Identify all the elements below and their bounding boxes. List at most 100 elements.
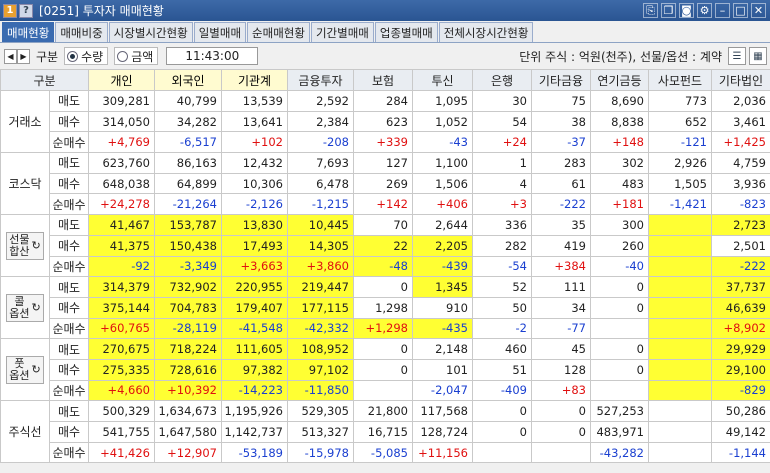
table-cell: 101 xyxy=(412,358,473,381)
refresh-icon: ↻ xyxy=(31,238,41,252)
table-cell: 0 xyxy=(590,338,649,360)
table-cell: 728,616 xyxy=(154,358,222,381)
time-input[interactable]: 11:43:00 xyxy=(166,47,259,65)
table-cell xyxy=(648,421,712,443)
prev-arrow-icon[interactable]: ◀ xyxy=(4,48,17,64)
radio-quantity[interactable]: 수량 xyxy=(64,47,109,65)
table-cell: 732,902 xyxy=(154,276,222,298)
table-cell: 34,282 xyxy=(154,110,222,133)
table-cell: 2,036 xyxy=(711,90,770,112)
table-row: 매수 648,038 64,899 10,306 6,478 269 1,506 4 61 483… xyxy=(1,172,770,195)
maximize-icon[interactable]: □ xyxy=(733,3,748,18)
table-cell: 1 xyxy=(472,152,532,174)
table-cell: 3,936 xyxy=(711,172,770,195)
table-cell: 1,345 xyxy=(412,276,473,298)
table-row: 순매수 -92 -3,349 +3,663 +3,860 -48 -439 -54 +384 -4… xyxy=(1,255,770,278)
table-cell: 52 xyxy=(472,276,532,298)
table-cell: -43,282 xyxy=(590,441,649,464)
table-cell: 97,382 xyxy=(221,358,288,381)
column-header[interactable]: 구분 xyxy=(0,69,89,91)
column-header[interactable]: 연기금등 xyxy=(590,69,649,91)
table-cell: 34 xyxy=(531,296,591,319)
table-row: 매수 541,755 1,647,580 1,142,737 513,327 16,715… xyxy=(1,421,770,443)
next-arrow-icon[interactable]: ▶ xyxy=(17,48,30,64)
tab-2[interactable]: 시장별시간현황 xyxy=(108,22,193,42)
tab-7[interactable]: 전체시장시간현황 xyxy=(438,22,534,42)
table-cell: 2,723 xyxy=(711,214,770,236)
table-cell: 527,253 xyxy=(590,400,649,422)
camera-icon[interactable]: ◙ xyxy=(679,3,694,18)
table-cell: 2,148 xyxy=(412,338,473,360)
column-header[interactable]: 기관계 xyxy=(221,69,288,91)
table-cell: 1,095 xyxy=(412,90,473,112)
table-cell: 7,693 xyxy=(287,152,354,174)
table-cell: +181 xyxy=(590,193,649,216)
row-type-label: 순매수 xyxy=(49,441,89,464)
group-button[interactable]: 선물 합산 ↻ xyxy=(6,231,44,260)
table-cell: 0 xyxy=(531,421,591,443)
group-label[interactable]: 선물 합산 ↻ xyxy=(0,214,50,278)
column-header[interactable]: 사모펀드 xyxy=(648,69,712,91)
investor-trading-table: 구분 개인 외국인 기관계 금융투자 보험 투신 은행 기타금융 연기금등 사모펀드 기타법인 거래소… xyxy=(0,69,770,464)
tab-3[interactable]: 일별매매 xyxy=(193,22,247,42)
table-cell: 1,100 xyxy=(412,152,473,174)
table-row: 풋 옵션 ↻ 매도 270,675 718,224 111,605 108,952 0 2,14… xyxy=(0,338,770,402)
group-button[interactable]: 풋 옵션 ↻ xyxy=(6,355,44,384)
table-cell: 282 xyxy=(472,234,532,257)
table-cell: 6,478 xyxy=(287,172,354,195)
row-type-label: 매도 xyxy=(49,276,89,298)
group-label[interactable]: 콜 옵션 ↻ xyxy=(0,276,50,340)
radio-amount[interactable]: 금액 xyxy=(114,47,159,65)
table-cell: 97,102 xyxy=(287,358,354,381)
table-cell: 14,305 xyxy=(287,234,354,257)
group-name: 풋 옵션 xyxy=(9,356,30,382)
table-cell: 460 xyxy=(472,338,532,360)
group-label[interactable]: 풋 옵션 ↻ xyxy=(0,338,50,402)
tab-4[interactable]: 순매매현황 xyxy=(247,22,310,42)
list-view-icon[interactable]: ☰ xyxy=(728,47,746,65)
table-cell: 70 xyxy=(353,214,413,236)
help-badge-icon[interactable]: ? xyxy=(19,3,33,18)
table-cell: 314,379 xyxy=(88,276,155,298)
tab-1[interactable]: 매매비중 xyxy=(55,22,108,42)
tab-5[interactable]: 기간별매매 xyxy=(310,22,374,42)
table-cell: 35 xyxy=(531,214,591,236)
table-cell: 64,899 xyxy=(154,172,222,195)
table-cell: +8,902 xyxy=(711,317,770,340)
column-header[interactable]: 개인 xyxy=(88,69,155,91)
row-type-label: 매수 xyxy=(49,172,89,195)
table-cell: 108,952 xyxy=(287,338,354,360)
table-cell: +1,298 xyxy=(353,317,413,340)
table-cell: +148 xyxy=(590,131,649,154)
settings-gear-icon[interactable]: ⚙ xyxy=(697,3,712,18)
table-cell: 111,605 xyxy=(221,338,288,360)
table-cell xyxy=(648,441,712,464)
window-number-badge: 1 xyxy=(3,3,17,18)
copy-window-icon[interactable]: ❐ xyxy=(661,3,676,18)
tab-6[interactable]: 업종별매매 xyxy=(374,22,438,42)
table-cell: -208 xyxy=(287,131,354,154)
column-header[interactable]: 기타법인 xyxy=(711,69,770,91)
link-icon[interactable]: ⎘ xyxy=(643,3,658,18)
table-cell: 38 xyxy=(531,110,591,133)
table-cell: -92 xyxy=(88,255,155,278)
minimize-icon[interactable]: – xyxy=(715,3,730,18)
group-button[interactable]: 콜 옵션 ↻ xyxy=(6,293,44,322)
row-type-label: 매수 xyxy=(49,296,89,319)
table-cell: 29,100 xyxy=(711,358,770,381)
column-header[interactable]: 금융투자 xyxy=(287,69,354,91)
table-cell: +83 xyxy=(531,379,591,402)
column-header[interactable]: 투신 xyxy=(412,69,473,91)
table-cell: 30 xyxy=(472,90,532,112)
table-cell: 0 xyxy=(531,400,591,422)
row-type-label: 매수 xyxy=(49,358,89,381)
table-cell: 1,195,926 xyxy=(221,400,288,422)
tab-0[interactable]: 매매현황 xyxy=(2,22,55,42)
column-header[interactable]: 보험 xyxy=(353,69,413,91)
close-icon[interactable]: ✕ xyxy=(751,3,766,18)
grid-view-icon[interactable]: ▦ xyxy=(749,47,767,65)
column-header[interactable]: 은행 xyxy=(472,69,532,91)
table-cell xyxy=(648,338,712,360)
column-header[interactable]: 기타금융 xyxy=(531,69,591,91)
column-header[interactable]: 외국인 xyxy=(154,69,222,91)
